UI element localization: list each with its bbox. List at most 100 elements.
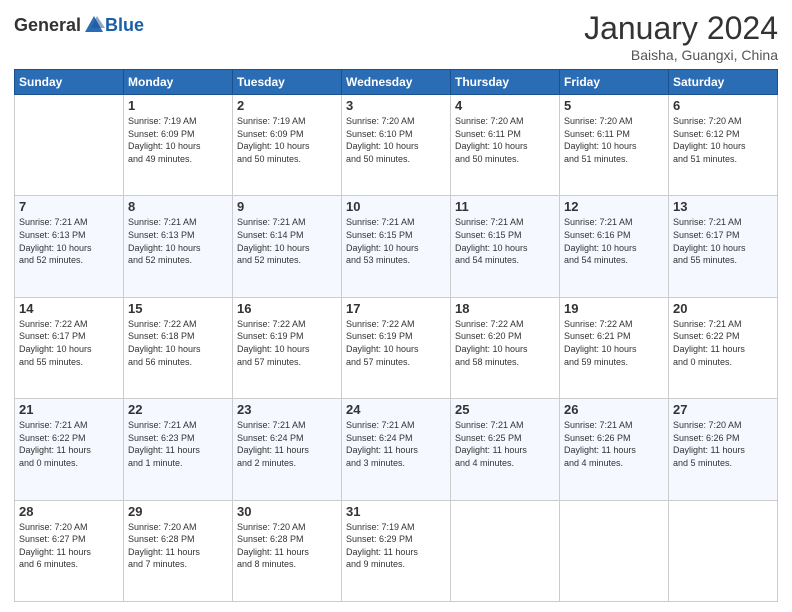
weekday-header-monday: Monday [124, 70, 233, 95]
calendar-cell: 3 Sunrise: 7:20 AM Sunset: 6:10 PM Daylig… [342, 95, 451, 196]
day-number: 26 [564, 402, 664, 417]
day-number: 6 [673, 98, 773, 113]
calendar-cell: 14 Sunrise: 7:22 AM Sunset: 6:17 PM Dayli… [15, 297, 124, 398]
day-number: 22 [128, 402, 228, 417]
day-number: 9 [237, 199, 337, 214]
calendar-cell: 26 Sunrise: 7:21 AM Sunset: 6:26 PM Dayli… [560, 399, 669, 500]
day-number: 19 [564, 301, 664, 316]
week-row-4: 21Sunrise: 7:21 AM Sunset: 6:22 PM Dayli… [15, 399, 778, 500]
calendar-cell: 9 Sunrise: 7:21 AM Sunset: 6:14 PM Daylig… [233, 196, 342, 297]
calendar-cell: 6 Sunrise: 7:20 AM Sunset: 6:12 PM Daylig… [669, 95, 778, 196]
calendar-cell: 19 Sunrise: 7:22 AM Sunset: 6:21 PM Dayli… [560, 297, 669, 398]
calendar-cell: 24 Sunrise: 7:21 AM Sunset: 6:24 PM Dayli… [342, 399, 451, 500]
day-info: Sunrise: 7:21 AM Sunset: 6:16 PM Dayligh… [564, 216, 664, 266]
day-info: Sunrise: 7:21 AM Sunset: 6:26 PM Dayligh… [564, 419, 664, 469]
day-info: Sunrise: 7:19 AM Sunset: 6:09 PM Dayligh… [128, 115, 228, 165]
month-year: January 2024 [584, 10, 778, 47]
calendar-cell: 18Sunrise: 7:22 AM Sunset: 6:20 PM Dayli… [451, 297, 560, 398]
day-info: Sunrise: 7:19 AM Sunset: 6:29 PM Dayligh… [346, 521, 446, 571]
calendar-cell [15, 95, 124, 196]
calendar-cell: 12 Sunrise: 7:21 AM Sunset: 6:16 PM Dayli… [560, 196, 669, 297]
day-number: 25 [455, 402, 555, 417]
calendar-cell: 28Sunrise: 7:20 AM Sunset: 6:27 PM Dayli… [15, 500, 124, 601]
calendar-cell: 30 Sunrise: 7:20 AM Sunset: 6:28 PM Dayli… [233, 500, 342, 601]
day-info: Sunrise: 7:22 AM Sunset: 6:19 PM Dayligh… [346, 318, 446, 368]
day-number: 7 [19, 199, 119, 214]
day-info: Sunrise: 7:20 AM Sunset: 6:28 PM Dayligh… [237, 521, 337, 571]
calendar-cell: 20Sunrise: 7:21 AM Sunset: 6:22 PM Dayli… [669, 297, 778, 398]
day-info: Sunrise: 7:21 AM Sunset: 6:24 PM Dayligh… [346, 419, 446, 469]
day-number: 13 [673, 199, 773, 214]
calendar-cell: 27Sunrise: 7:20 AM Sunset: 6:26 PM Dayli… [669, 399, 778, 500]
day-number: 16 [237, 301, 337, 316]
calendar-cell: 5Sunrise: 7:20 AM Sunset: 6:11 PM Daylig… [560, 95, 669, 196]
week-row-3: 14 Sunrise: 7:22 AM Sunset: 6:17 PM Dayli… [15, 297, 778, 398]
calendar-cell: 1 Sunrise: 7:19 AM Sunset: 6:09 PM Daylig… [124, 95, 233, 196]
week-row-2: 7Sunrise: 7:21 AM Sunset: 6:13 PM Daylig… [15, 196, 778, 297]
day-number: 21 [19, 402, 119, 417]
day-info: Sunrise: 7:22 AM Sunset: 6:21 PM Dayligh… [564, 318, 664, 368]
calendar-cell: 4Sunrise: 7:20 AM Sunset: 6:11 PM Daylig… [451, 95, 560, 196]
weekday-header-sunday: Sunday [15, 70, 124, 95]
calendar-cell: 13 Sunrise: 7:21 AM Sunset: 6:17 PM Dayli… [669, 196, 778, 297]
calendar-cell [669, 500, 778, 601]
day-number: 18 [455, 301, 555, 316]
calendar-cell: 2Sunrise: 7:19 AM Sunset: 6:09 PM Daylig… [233, 95, 342, 196]
day-number: 28 [19, 504, 119, 519]
calendar-cell: 21Sunrise: 7:21 AM Sunset: 6:22 PM Dayli… [15, 399, 124, 500]
calendar-cell: 29Sunrise: 7:20 AM Sunset: 6:28 PM Dayli… [124, 500, 233, 601]
weekday-header-row: SundayMondayTuesdayWednesdayThursdayFrid… [15, 70, 778, 95]
calendar-cell [560, 500, 669, 601]
day-number: 12 [564, 199, 664, 214]
day-number: 2 [237, 98, 337, 113]
day-info: Sunrise: 7:20 AM Sunset: 6:12 PM Dayligh… [673, 115, 773, 165]
day-number: 14 [19, 301, 119, 316]
day-info: Sunrise: 7:22 AM Sunset: 6:18 PM Dayligh… [128, 318, 228, 368]
weekday-header-tuesday: Tuesday [233, 70, 342, 95]
day-info: Sunrise: 7:21 AM Sunset: 6:14 PM Dayligh… [237, 216, 337, 266]
day-number: 3 [346, 98, 446, 113]
calendar-cell: 16 Sunrise: 7:22 AM Sunset: 6:19 PM Dayli… [233, 297, 342, 398]
calendar-cell: 23 Sunrise: 7:21 AM Sunset: 6:24 PM Dayli… [233, 399, 342, 500]
calendar-cell: 25Sunrise: 7:21 AM Sunset: 6:25 PM Dayli… [451, 399, 560, 500]
logo-general: General [14, 15, 81, 36]
day-number: 29 [128, 504, 228, 519]
location: Baisha, Guangxi, China [584, 47, 778, 63]
logo-icon [83, 14, 105, 36]
day-number: 27 [673, 402, 773, 417]
calendar-page: General Blue January 2024 Baisha, Guangx… [0, 0, 792, 612]
calendar-cell [451, 500, 560, 601]
day-info: Sunrise: 7:21 AM Sunset: 6:17 PM Dayligh… [673, 216, 773, 266]
calendar-cell: 8Sunrise: 7:21 AM Sunset: 6:13 PM Daylig… [124, 196, 233, 297]
week-row-1: 1 Sunrise: 7:19 AM Sunset: 6:09 PM Daylig… [15, 95, 778, 196]
calendar-cell: 7Sunrise: 7:21 AM Sunset: 6:13 PM Daylig… [15, 196, 124, 297]
day-number: 23 [237, 402, 337, 417]
day-number: 20 [673, 301, 773, 316]
calendar-cell: 31 Sunrise: 7:19 AM Sunset: 6:29 PM Dayli… [342, 500, 451, 601]
day-number: 8 [128, 199, 228, 214]
day-number: 31 [346, 504, 446, 519]
day-number: 30 [237, 504, 337, 519]
day-info: Sunrise: 7:21 AM Sunset: 6:23 PM Dayligh… [128, 419, 228, 469]
day-info: Sunrise: 7:21 AM Sunset: 6:15 PM Dayligh… [346, 216, 446, 266]
weekday-header-friday: Friday [560, 70, 669, 95]
day-number: 24 [346, 402, 446, 417]
day-info: Sunrise: 7:22 AM Sunset: 6:19 PM Dayligh… [237, 318, 337, 368]
day-info: Sunrise: 7:21 AM Sunset: 6:15 PM Dayligh… [455, 216, 555, 266]
calendar-cell: 15 Sunrise: 7:22 AM Sunset: 6:18 PM Dayli… [124, 297, 233, 398]
day-number: 11 [455, 199, 555, 214]
day-info: Sunrise: 7:20 AM Sunset: 6:11 PM Dayligh… [564, 115, 664, 165]
day-info: Sunrise: 7:20 AM Sunset: 6:10 PM Dayligh… [346, 115, 446, 165]
day-number: 10 [346, 199, 446, 214]
title-block: January 2024 Baisha, Guangxi, China [584, 10, 778, 63]
weekday-header-saturday: Saturday [669, 70, 778, 95]
day-info: Sunrise: 7:22 AM Sunset: 6:17 PM Dayligh… [19, 318, 119, 368]
day-number: 1 [128, 98, 228, 113]
day-info: Sunrise: 7:21 AM Sunset: 6:24 PM Dayligh… [237, 419, 337, 469]
day-number: 4 [455, 98, 555, 113]
calendar-cell: 17Sunrise: 7:22 AM Sunset: 6:19 PM Dayli… [342, 297, 451, 398]
day-number: 15 [128, 301, 228, 316]
logo-blue: Blue [105, 15, 144, 36]
calendar-cell: 10 Sunrise: 7:21 AM Sunset: 6:15 PM Dayli… [342, 196, 451, 297]
week-row-5: 28Sunrise: 7:20 AM Sunset: 6:27 PM Dayli… [15, 500, 778, 601]
